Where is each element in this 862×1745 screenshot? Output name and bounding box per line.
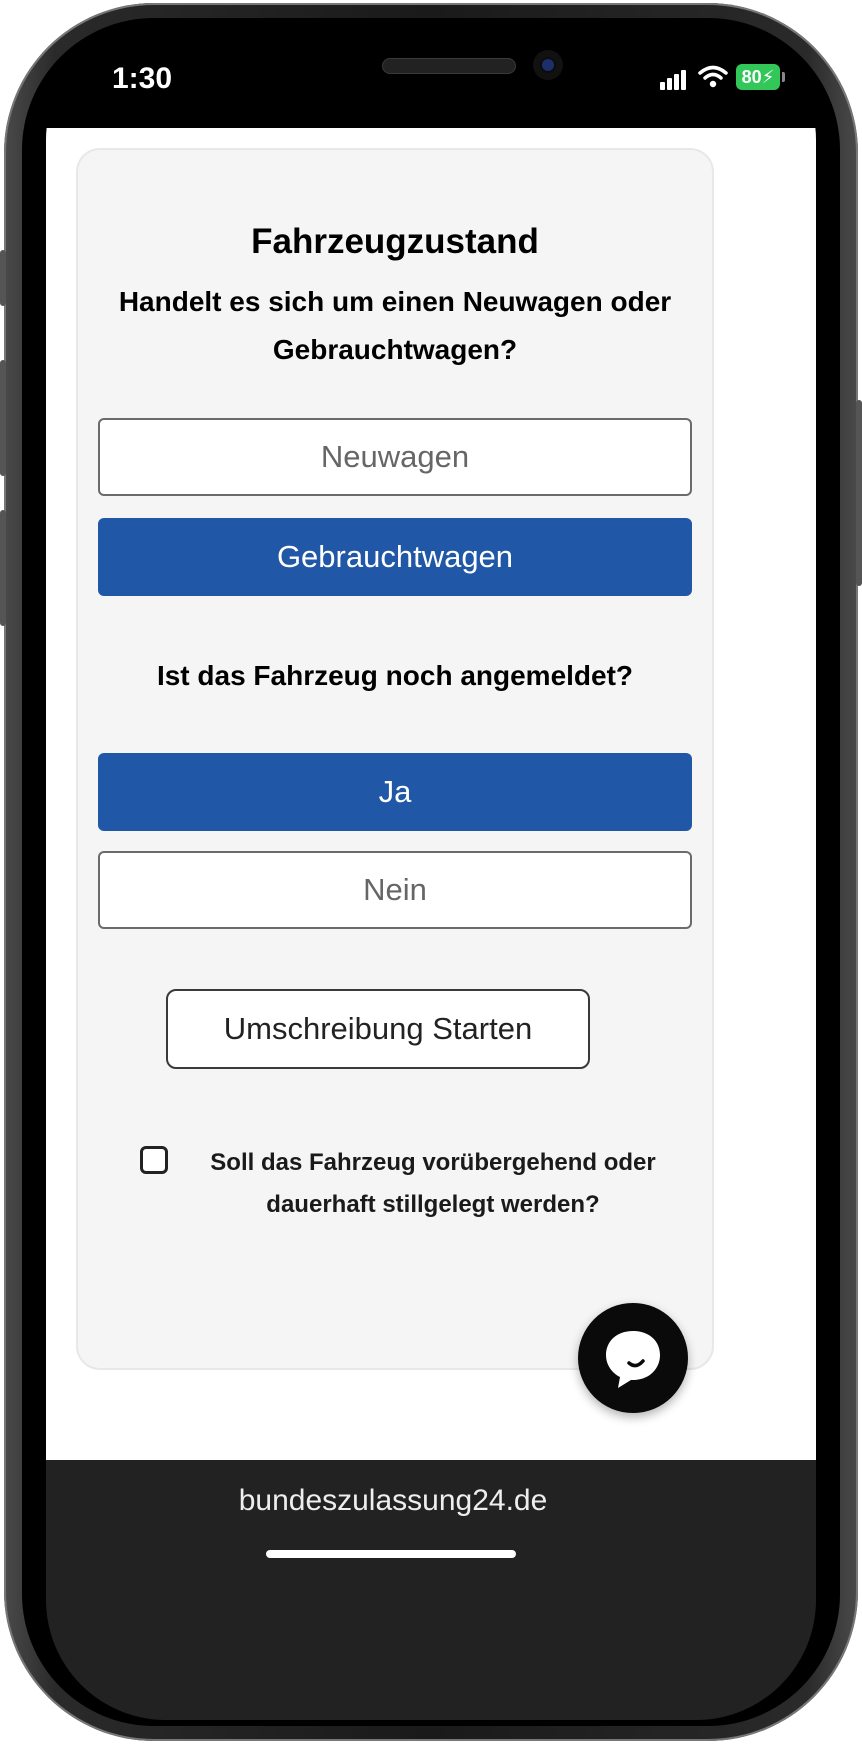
option-no-button[interactable]: Nein: [98, 851, 692, 929]
option-yes-label: Ja: [378, 774, 412, 809]
status-time: 1:30: [112, 62, 173, 95]
option-new-car-button[interactable]: Neuwagen: [98, 418, 692, 496]
wifi-icon: [698, 65, 728, 88]
start-transfer-button[interactable]: Umschreibung Starten: [166, 989, 590, 1069]
cellular-signal-icon: [660, 68, 690, 90]
phone-screen: 1:30 80⚡ Fahrzeugzustand Handelt es sich…: [46, 20, 816, 1720]
option-new-car-label: Neuwagen: [320, 439, 470, 474]
chat-button[interactable]: [578, 1303, 688, 1413]
action-button: [0, 250, 6, 306]
vehicle-condition-card: Fahrzeugzustand Handelt es sich um einen…: [76, 148, 714, 1370]
front-camera: [533, 50, 563, 80]
card-title: Fahrzeugzustand: [251, 222, 539, 261]
browser-url-bar: bundeszulassung24.de: [46, 1460, 816, 1720]
url-address[interactable]: bundeszulassung24.de: [46, 1484, 740, 1518]
registered-question: Ist das Fahrzeug noch angemeldet?: [156, 660, 634, 691]
option-used-car-label: Gebrauchtwagen: [276, 539, 514, 574]
decommission-checkbox[interactable]: [140, 1146, 168, 1174]
volume-down-button: [0, 510, 6, 626]
option-used-car-button[interactable]: Gebrauchtwagen: [98, 518, 692, 596]
status-bar: 1:30 80⚡: [46, 20, 816, 128]
condition-question: Handelt es sich um einen Neuwagen oder G…: [118, 286, 672, 365]
speaker-grille: [382, 58, 516, 74]
option-yes-button[interactable]: Ja: [98, 753, 692, 831]
web-content: Fahrzeugzustand Handelt es sich um einen…: [46, 128, 816, 1570]
option-no-label: Nein: [363, 872, 427, 907]
chat-bubble-icon: [606, 1331, 660, 1388]
volume-up-button: [0, 360, 6, 476]
power-button: [856, 400, 862, 586]
decommission-checkbox-label: Soll das Fahrzeug vorübergehend oder dau…: [210, 1149, 656, 1218]
battery-level: 80: [741, 67, 762, 87]
home-indicator[interactable]: [266, 1550, 516, 1558]
battery-charging-icon: 80⚡: [736, 64, 785, 90]
